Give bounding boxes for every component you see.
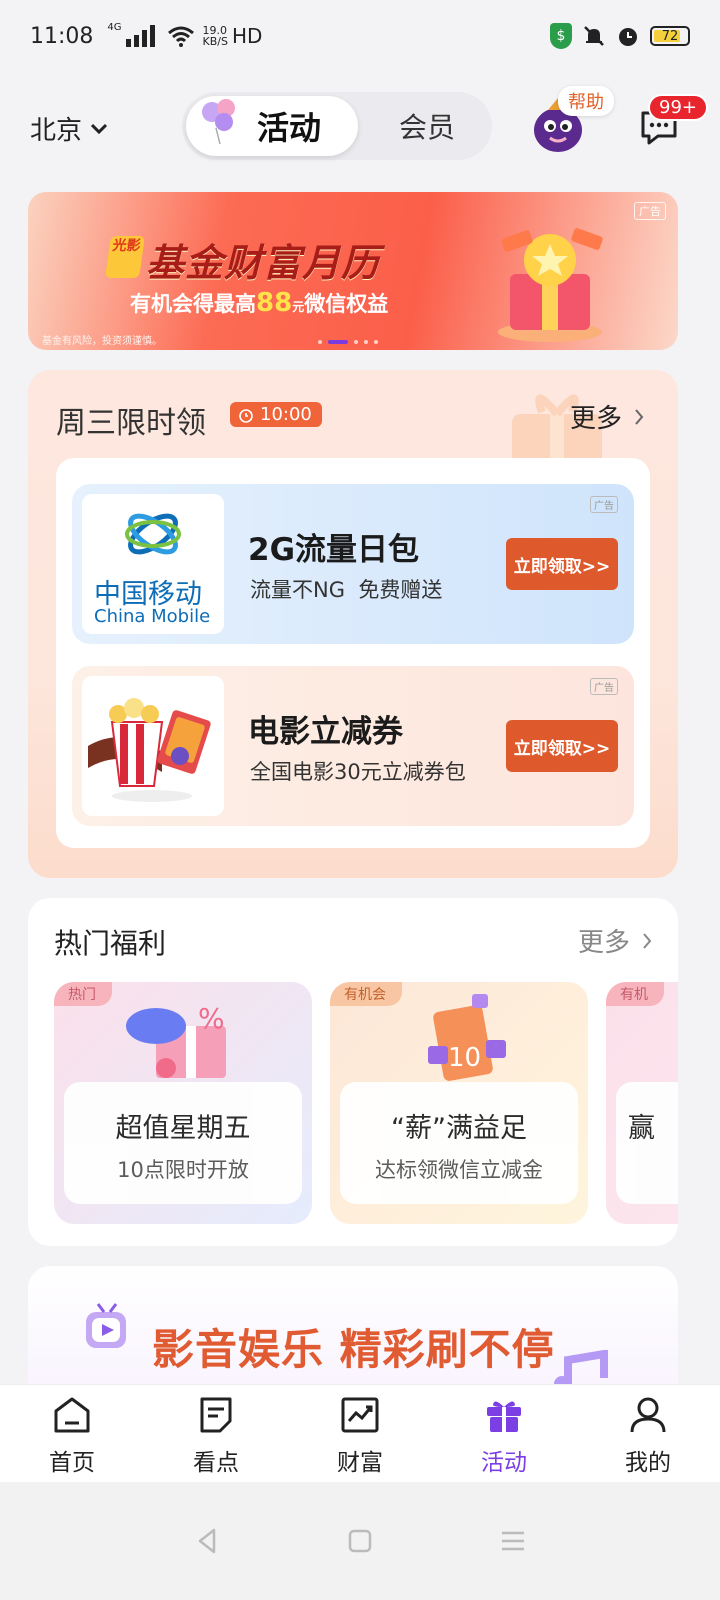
movie-coupon-image [82,676,224,816]
tab-activity-label: 活动 [256,109,321,147]
nav-home[interactable]: 首页 [0,1385,144,1482]
more-link[interactable]: 更多 [578,922,652,959]
city-label: 北京 [30,116,83,146]
section-title: 热门福利 [54,927,167,960]
card-panel: 赢 [616,1082,678,1204]
home-icon [54,1397,90,1433]
nav-profile[interactable]: 我的 [576,1385,720,1482]
gift-icon [487,1401,521,1432]
status-bar: 11:08 4G 19.0 KB/S HD $ 72 [0,0,720,72]
popcorn-ticket-icon [88,698,211,802]
top-header: 北京 活动 会员 帮助 99+ [0,86,720,168]
bottom-nav: 首页 看点 财富 活动 我的 [0,1384,720,1482]
net-speed: 19.0 KB/S [202,24,228,48]
network-type: 4G [107,22,122,33]
more-link[interactable]: 更多 [570,398,644,435]
china-mobile-logo: 中国移动 China Mobile [82,494,224,634]
risk-disclaimer: 基金有风险，投资须谨慎。 [42,336,162,347]
claim-button[interactable]: 立即领取>> [506,720,618,772]
battery-icon: 72 [650,26,690,46]
svg-text:10: 10 [448,1043,481,1073]
clock-icon [239,408,253,423]
offer-list: 中国移动 China Mobile 2G流量日包 流量不NG 免费赠送 立即领取… [56,458,650,848]
gift-box-icon [498,228,603,342]
card-subtitle: 10点限时开放 [117,1158,249,1182]
mute-bell-icon [584,26,604,46]
card-title: “薪”满益足 [391,1113,527,1144]
system-nav-bar [0,1482,720,1600]
nav-highlights[interactable]: 看点 [144,1385,288,1482]
tv-icon [86,1303,126,1348]
card-title: 赢 [628,1113,655,1144]
section-title: 影音娱乐 精彩刷不停 [152,1325,555,1374]
countdown-badge: 10:00 [230,402,322,427]
card-subtitle: 达标领微信立减金 [375,1158,543,1182]
help-bubble[interactable]: 帮助 [558,86,614,116]
ad-tag: 广告 [634,202,666,220]
security-shield-icon: $ [550,23,572,49]
menu-icon[interactable] [498,1526,528,1556]
wednesday-limited-section: 周三限时领 10:00 更多 中国移动 China Mobile 2G流量日包 … [28,370,678,878]
alarm-icon [619,28,637,46]
tab-member[interactable]: 会员 [362,92,492,160]
card-panel: 超值星期五 10点限时开放 [64,1082,302,1204]
signal-icon [125,25,155,47]
welfare-card[interactable]: 热门 % 超值星期五 10点限时开放 [54,982,312,1224]
chevron-right-icon [643,932,652,949]
chevron-down-icon [90,123,108,134]
nav-wealth[interactable]: 财富 [288,1385,432,1482]
top-tab-switch: 活动 会员 [182,92,492,160]
status-time: 11:08 [30,23,94,49]
offer-name: 2G流量日包 [248,532,420,568]
offer-name: 电影立减券 [248,714,403,750]
banner-title: 基金财富月历 [146,241,381,285]
city-selector[interactable]: 北京 [30,110,108,147]
chevron-right-icon [635,408,644,425]
svg-text:%: % [198,1002,225,1035]
banner-subtitle: 有机会得最高88元微信权益 [130,288,389,318]
card-ribbon: 有机 [606,982,664,1006]
card-ribbon: 热门 [54,982,112,1006]
message-badge: 99+ [648,94,708,121]
offer-card-data-pack[interactable]: 中国移动 China Mobile 2G流量日包 流量不NG 免费赠送 立即领取… [72,484,634,644]
user-icon [630,1397,666,1433]
offer-desc: 流量不NG 免费赠送 [250,578,443,602]
gift-box-icon: % [126,1002,226,1078]
home-square-icon[interactable] [345,1526,375,1556]
welfare-card[interactable]: 有机会 10 “薪”满益足 达标领微信立减金 [330,982,588,1224]
coupon-gift-icon: 10 [428,994,506,1081]
china-mobile-mark-icon [125,513,181,555]
ad-tag: 广告 [590,678,618,695]
hot-welfare-section: 热门福利 更多 热门 % 超值星期五 10点限时开放 有机会 10 “薪”满益足… [28,898,678,1246]
card-title: 超值星期五 [115,1113,251,1144]
offer-card-movie-coupon[interactable]: 电影立减券 全国电影30元立减券包 立即领取>> 广告 [72,666,634,826]
balloon-icon [202,99,235,145]
nav-activity[interactable]: 活动 [432,1385,576,1482]
card-panel: “薪”满益足 达标领微信立减金 [340,1082,578,1204]
promo-banner[interactable]: 广告 光影 基金财富月历 有机会得最高88元微信权益 基金有风险，投资须谨慎。 [28,192,678,350]
welfare-card[interactable]: 有机 赢 [606,982,678,1224]
hd-indicator: HD [231,24,263,48]
offer-desc: 全国电影30元立减券包 [250,760,466,784]
brand-logo: 光影 [105,236,145,278]
back-icon[interactable] [192,1526,222,1556]
wifi-icon [167,26,194,47]
section-title: 周三限时领 [56,406,206,441]
document-icon [200,1397,232,1433]
claim-button[interactable]: 立即领取>> [506,538,618,590]
tab-activity[interactable]: 活动 [186,96,358,156]
carousel-indicator [318,340,378,344]
chart-trend-icon [341,1397,379,1433]
ad-tag: 广告 [590,496,618,513]
